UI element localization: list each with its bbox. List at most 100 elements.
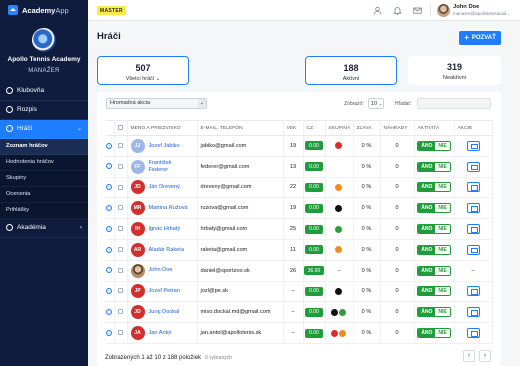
activity-toggle[interactable]: ÁNO NIE bbox=[417, 224, 451, 235]
toggle-yes[interactable]: ÁNO bbox=[418, 225, 436, 234]
activity-toggle[interactable]: ÁNO NIE bbox=[417, 161, 451, 172]
mail-icon[interactable] bbox=[413, 6, 422, 15]
row-checkbox[interactable] bbox=[118, 288, 123, 294]
send-email-button[interactable] bbox=[466, 140, 480, 151]
toggle-no[interactable]: NIE bbox=[435, 329, 450, 338]
activity-toggle[interactable]: ÁNO NIE bbox=[417, 328, 451, 339]
row-radio-cell[interactable] bbox=[106, 218, 115, 240]
row-radio[interactable] bbox=[106, 163, 112, 170]
toggle-no[interactable]: NIE bbox=[435, 225, 450, 234]
row-checkbox-cell[interactable] bbox=[114, 156, 128, 178]
row-checkbox-cell[interactable] bbox=[114, 197, 128, 220]
prev-page-button[interactable]: ‹ bbox=[463, 350, 475, 362]
send-email-button[interactable] bbox=[466, 244, 480, 255]
toggle-yes[interactable]: ÁNO bbox=[418, 162, 436, 171]
row-checkbox-cell[interactable] bbox=[114, 218, 128, 240]
toggle-no[interactable]: NIE bbox=[435, 162, 450, 171]
row-radio-cell[interactable] bbox=[106, 177, 115, 199]
row-checkbox-cell[interactable] bbox=[114, 177, 128, 199]
player-name-cell[interactable]: IH Ignác Hrbatý bbox=[127, 218, 198, 240]
row-checkbox-cell[interactable] bbox=[114, 322, 128, 344]
send-email-button[interactable] bbox=[466, 182, 480, 193]
toggle-no[interactable]: NIE bbox=[435, 141, 450, 150]
row-radio[interactable] bbox=[106, 142, 112, 149]
row-radio[interactable] bbox=[106, 225, 112, 232]
table-row[interactable]: JD Juraj Dockal miso.dockal.md@gmail.com –0… bbox=[106, 301, 493, 324]
table-row[interactable]: JJ Jozef Jabiko jabiko@gmail.com 19 0.00 0 % 0… bbox=[106, 135, 493, 157]
col-header-group[interactable]: SKUPINA bbox=[325, 120, 354, 136]
activity-toggle[interactable]: ÁNO NIE bbox=[417, 307, 451, 318]
row-radio-cell[interactable] bbox=[106, 322, 115, 344]
col-header-email[interactable]: E-MAIL, TELEFÓN bbox=[197, 120, 284, 136]
player-name[interactable]: Martina Ružová bbox=[149, 205, 189, 212]
toggle-no[interactable]: NIE bbox=[435, 245, 450, 254]
col-header-age[interactable]: VEK bbox=[283, 120, 304, 136]
player-name[interactable]: Jozef Petran bbox=[149, 288, 189, 295]
send-email-button[interactable] bbox=[466, 307, 480, 318]
toggle-yes[interactable]: ÁNO bbox=[418, 245, 436, 254]
row-checkbox[interactable] bbox=[118, 226, 123, 232]
activity-toggle[interactable]: ÁNO NIE bbox=[417, 265, 451, 276]
table-row[interactable]: FF František Federer federer@gmail.com 13 0.… bbox=[106, 156, 493, 178]
chevron-down-icon[interactable]: ⌄ bbox=[468, 4, 472, 10]
row-checkbox[interactable] bbox=[118, 330, 123, 336]
stat-active-players[interactable]: 188 Aktívni bbox=[305, 56, 397, 85]
player-name[interactable]: František Federer bbox=[149, 160, 189, 173]
row-checkbox-cell[interactable] bbox=[114, 239, 128, 261]
player-name[interactable]: Ján Drevený bbox=[149, 184, 189, 191]
row-radio[interactable] bbox=[106, 288, 112, 295]
row-radio-cell[interactable] bbox=[106, 156, 115, 178]
toggle-no[interactable]: NIE bbox=[435, 204, 450, 213]
bulk-action-select[interactable]: Hromadná akcia ⌄ bbox=[106, 98, 207, 109]
bell-icon[interactable] bbox=[393, 6, 402, 15]
player-name-cell[interactable]: JD Juraj Dockal bbox=[127, 301, 198, 324]
player-name-cell[interactable]: JD Ján Drevený bbox=[127, 177, 198, 199]
player-name[interactable]: Jan Antol bbox=[149, 330, 189, 337]
toggle-yes[interactable]: ÁNO bbox=[418, 308, 436, 317]
toggle-yes[interactable]: ÁNO bbox=[418, 329, 436, 338]
toggle-yes[interactable]: ÁNO bbox=[418, 141, 436, 150]
player-name[interactable]: Juraj Dockal bbox=[149, 309, 189, 316]
row-radio[interactable] bbox=[106, 205, 112, 212]
toggle-yes[interactable]: ÁNO bbox=[418, 204, 436, 213]
player-name[interactable]: Ignác Hrbatý bbox=[149, 226, 189, 233]
send-email-button[interactable] bbox=[466, 328, 480, 339]
row-checkbox[interactable] bbox=[118, 163, 123, 169]
table-row[interactable]: MR Martina Ružová ruzova@gmail.com 19 0.00 0 … bbox=[106, 197, 493, 220]
player-name[interactable]: John Doe bbox=[149, 267, 189, 274]
row-radio-cell[interactable] bbox=[106, 197, 115, 220]
sidebar-subitem-prihlasky[interactable]: Prihlášky bbox=[0, 203, 88, 219]
player-name-cell[interactable]: AR Aladár Raketa bbox=[127, 239, 198, 261]
col-header-cz[interactable]: CZ bbox=[303, 120, 326, 136]
col-header-name[interactable]: MENO A PRIEZVISKO bbox=[127, 120, 198, 136]
send-email-button[interactable] bbox=[466, 203, 480, 214]
toggle-yes[interactable]: ÁNO bbox=[418, 266, 436, 275]
row-checkbox-cell[interactable] bbox=[114, 301, 128, 324]
sidebar-item-rozpis[interactable]: Rozpis bbox=[0, 101, 88, 120]
sidebar-subitem-skupiny[interactable]: Skupiny bbox=[0, 171, 88, 187]
toggle-no[interactable]: NIE bbox=[435, 183, 450, 192]
table-row[interactable]: JP Jozef Petran jozl@pe.sk –0.00 0 % 0 ÁNO NIE bbox=[106, 281, 493, 303]
toggle-no[interactable]: NIE bbox=[435, 308, 450, 317]
player-name[interactable]: Jozef Jabiko bbox=[149, 143, 189, 150]
select-all-checkbox[interactable] bbox=[114, 120, 128, 136]
table-row[interactable]: AR Aladár Raketa raketa@gmail.com 11 0.00 0 %… bbox=[106, 239, 493, 261]
next-page-button[interactable]: › bbox=[479, 350, 491, 362]
activity-toggle[interactable]: ÁNO NIE bbox=[417, 244, 451, 255]
row-radio[interactable] bbox=[106, 267, 112, 274]
row-checkbox[interactable] bbox=[118, 246, 123, 252]
search-input[interactable] bbox=[417, 98, 491, 109]
row-checkbox-cell[interactable] bbox=[114, 281, 128, 303]
row-checkbox[interactable] bbox=[118, 309, 123, 315]
row-radio[interactable] bbox=[106, 309, 112, 316]
invite-button[interactable]: + POZVAŤ bbox=[459, 31, 501, 45]
activity-toggle[interactable]: ÁNO NIE bbox=[417, 286, 451, 297]
toggle-no[interactable]: NIE bbox=[435, 287, 450, 296]
app-logo[interactable]: Academy App bbox=[0, 0, 88, 20]
send-email-button[interactable] bbox=[466, 224, 480, 235]
stat-inactive-players[interactable]: 319 Neaktívni bbox=[408, 56, 501, 85]
row-radio[interactable] bbox=[106, 184, 112, 191]
row-radio-cell[interactable] bbox=[106, 135, 115, 157]
col-header-discount[interactable]: ZĽAVA bbox=[353, 120, 381, 136]
sidebar-subitem-ocenenia[interactable]: Ocenenia bbox=[0, 187, 88, 203]
